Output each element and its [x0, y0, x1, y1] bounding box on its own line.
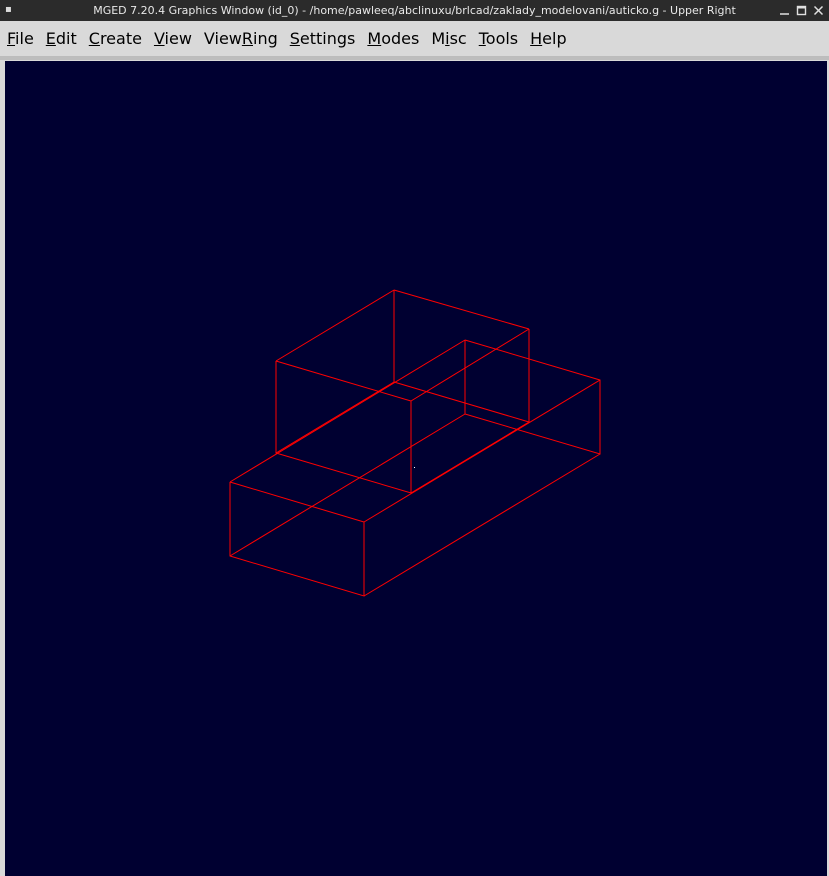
menu-mnemonic: E	[45, 28, 56, 48]
wireframe-edge	[275, 289, 395, 362]
wireframe-edge	[464, 339, 601, 455]
menu-viewring[interactable]: ViewRing	[198, 25, 284, 53]
menu-label-prefix: M	[431, 28, 446, 48]
menu-create[interactable]: Create	[83, 25, 148, 53]
view-center-dot	[414, 467, 415, 468]
menu-help[interactable]: Help	[524, 25, 572, 53]
wireframe-edge	[393, 289, 530, 330]
window-title: MGED 7.20.4 Graphics Window (id_0) - /ho…	[93, 4, 736, 17]
wireframe-edge	[229, 339, 466, 483]
wireframe-model	[229, 289, 601, 597]
title-bar[interactable]: ▪ MGED 7.20.4 Graphics Window (id_0) - /…	[0, 0, 829, 21]
frame-separator	[0, 57, 829, 60]
menu-modes[interactable]: Modes	[361, 25, 425, 53]
menu-tools[interactable]: Tools	[473, 25, 524, 53]
menu-mnemonic: M	[367, 28, 382, 48]
mged-graphics-window: ▪ MGED 7.20.4 Graphics Window (id_0) - /…	[0, 0, 829, 876]
graphics-viewport[interactable]	[5, 61, 827, 876]
wireframe-view	[229, 289, 601, 597]
wireframe-edge	[363, 379, 601, 523]
menu-view[interactable]: View	[148, 25, 198, 53]
wireframe-edge	[275, 360, 412, 494]
menu-mnemonic: R	[241, 28, 253, 48]
menu-label: reate	[99, 28, 142, 48]
menu-label: elp	[542, 28, 567, 48]
window-controls	[778, 3, 825, 17]
menu-bar: File Edit Create View ViewRing Settings …	[0, 21, 829, 57]
menu-label: iew	[164, 28, 192, 48]
menu-mnemonic: F	[7, 28, 16, 48]
close-icon[interactable]	[812, 3, 825, 17]
wireframe-edge	[410, 421, 530, 494]
menu-label: ools	[485, 28, 519, 48]
graphics-frame	[0, 57, 829, 876]
menu-label: ile	[15, 28, 34, 48]
menu-label: ettings	[299, 28, 356, 48]
menu-mnemonic: C	[88, 28, 100, 48]
menu-misc[interactable]: Misc	[425, 25, 472, 53]
maximize-icon[interactable]	[795, 3, 808, 17]
menu-file[interactable]: File	[0, 25, 40, 53]
menu-label: odes	[381, 28, 420, 48]
menu-label: sc	[449, 28, 467, 48]
wireframe-edge	[410, 328, 530, 402]
menu-label: ing	[253, 28, 278, 48]
menu-mnemonic: H	[530, 28, 543, 48]
menu-mnemonic: S	[289, 28, 300, 48]
wireframe-edge	[363, 453, 601, 597]
wireframe-edge	[229, 413, 466, 557]
wireframe-edge	[275, 381, 395, 454]
menu-mnemonic: T	[478, 28, 486, 48]
menu-edit[interactable]: Edit	[40, 25, 83, 53]
menu-mnemonic: V	[153, 28, 165, 48]
menu-settings[interactable]: Settings	[284, 25, 362, 53]
wireframe-edge	[229, 481, 365, 597]
menu-label-prefix: View	[203, 28, 242, 48]
menu-label: dit	[55, 28, 77, 48]
minimize-icon[interactable]	[778, 3, 791, 17]
